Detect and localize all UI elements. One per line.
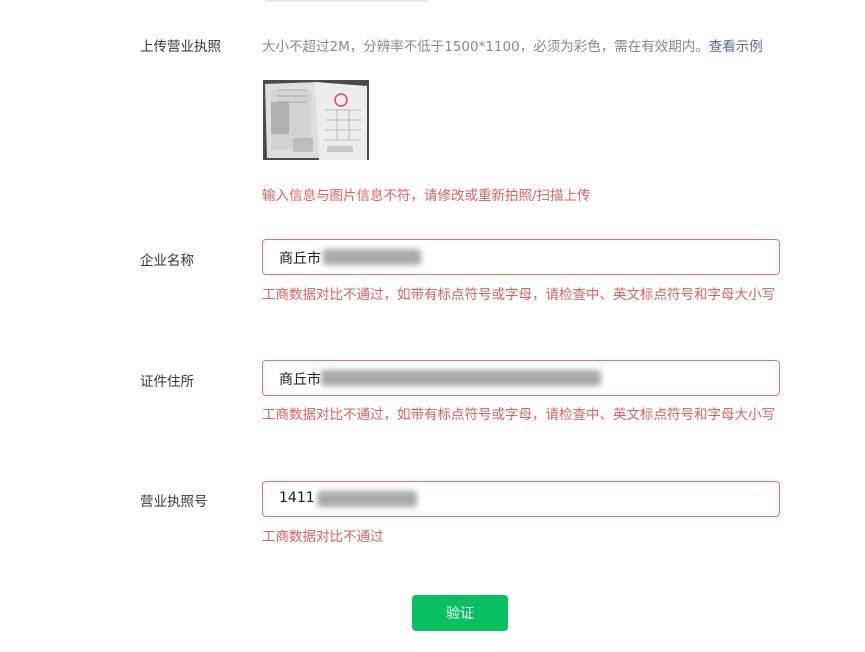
verification-form-page: 上传营业执照 大小不超过2M，分辨率不低于1500*1100，必须为彩色，需在有… [0,0,865,652]
company-name-error: 工商数据对比不通过，如带有标点符号或字母，请检查中、英文标点符号和字母大小写 [262,287,775,303]
license-image-thumbnail[interactable] [263,80,369,160]
upload-hint-text: 大小不超过2M，分辨率不低于1500*1100，必须为彩色，需在有效期内。 [262,39,709,55]
upload-error-message: 输入信息与图片信息不符，请修改或重新拍照/扫描上传 [262,188,591,204]
verify-button[interactable]: 验证 [412,595,508,631]
view-example-link[interactable]: 查看示例 [709,39,763,55]
license-number-value: 1411 [279,490,315,506]
address-error: 工商数据对比不通过，如带有标点符号或字母，请检查中、英文标点符号和字母大小写 [262,407,775,423]
address-value: 商丘市 [279,372,321,388]
upload-license-label: 上传营业执照 [140,39,221,55]
address-label: 证件住所 [140,374,194,390]
license-number-input[interactable]: 1411 [262,481,780,517]
upload-hint: 大小不超过2M，分辨率不低于1500*1100，必须为彩色，需在有效期内。查看示… [262,35,763,55]
license-photo-icon [263,80,369,160]
redacted-blur [317,491,417,507]
company-name-input[interactable]: 商丘市 [262,239,780,275]
license-number-error: 工商数据对比不通过 [262,529,384,545]
top-divider [265,0,428,2]
address-input[interactable]: 商丘市 [262,360,780,396]
license-number-label: 营业执照号 [140,494,208,510]
redacted-blur [323,249,421,265]
company-name-label: 企业名称 [140,253,194,269]
company-name-value: 商丘市 [279,251,321,267]
redacted-blur [321,370,601,386]
